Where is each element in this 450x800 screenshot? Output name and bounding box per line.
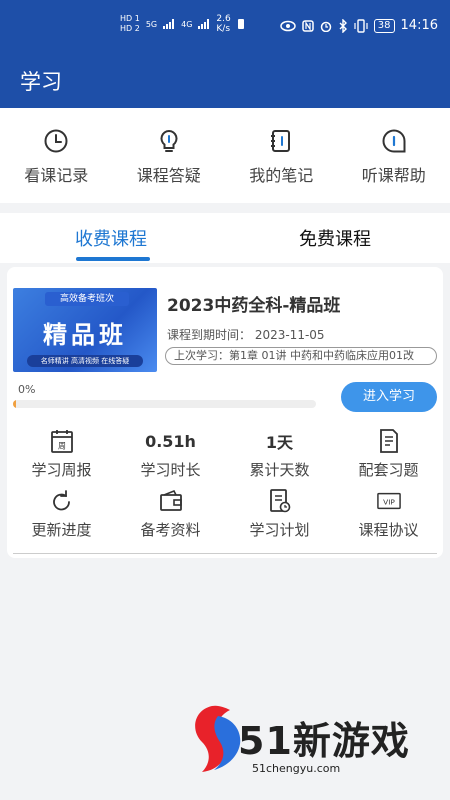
signal-bars-icon [163,19,175,29]
card-divider [13,553,437,554]
signal-bars-icon [198,19,210,29]
quick-action-label: 听课帮助 [361,166,426,185]
vibrate-icon [354,18,368,33]
notebook-icon [271,130,291,152]
page-title: 学习 [20,70,62,94]
tab-paid-courses[interactable]: 收费课程 [75,225,147,251]
study-plan[interactable]: 学习计划 [225,487,334,547]
quick-action-label: 课程答疑 [136,166,201,185]
course-title: 2023中药全科-精品班 [167,296,341,316]
stat-label: 更新进度 [31,521,92,539]
hd-indicator: HD 1 HD 2 [120,14,140,33]
stats-row: 周 学习周报 0.51h 学习时长 1天 累计天数 配套习题 [7,427,443,487]
bluetooth-icon [339,18,347,33]
nfc-icon [302,19,314,32]
weekly-report[interactable]: 周 学习周报 [7,427,116,487]
quick-action-help[interactable]: 听课帮助 [338,108,450,203]
quick-action-watch-history[interactable]: 看课记录 [0,108,113,203]
total-days: 1天 累计天数 [225,427,334,487]
vip-icon: VIP [376,492,401,510]
svg-text:VIP: VIP [383,498,395,507]
battery-saver-icon [237,19,244,29]
refresh-icon [52,490,70,511]
course-card: 高效备考班次 精品班 名师精讲 高清视频 在线答疑 2023中药全科-精品班 课… [7,267,443,558]
course-thumbnail[interactable]: 高效备考班次 精品班 名师精讲 高清视频 在线答疑 [13,288,157,372]
quick-action-label: 看课记录 [24,166,89,185]
progress-label: 0% [18,383,36,396]
stat-label: 课程协议 [358,521,419,539]
total-days-value: 1天 [265,433,294,452]
signal-4g: 4G [181,19,193,29]
quick-action-qa[interactable]: 课程答疑 [113,108,226,203]
prep-materials[interactable]: 备考资料 [116,487,225,547]
enter-study-button[interactable]: 进入学习 [341,382,437,412]
study-duration: 0.51h 学习时长 [116,427,225,487]
calendar-week-icon: 周 [50,430,73,453]
stat-label: 累计天数 [249,461,310,479]
thumbnail-title: 精品班 [43,321,127,349]
clock-time: 14:16 [400,18,438,33]
stats-row: 更新进度 备考资料 学习计划 VIP 课程协议 [7,487,443,547]
progress-fill [13,400,17,408]
watermark-brand: 51新游戏 [238,719,410,763]
wallet-icon [159,489,182,511]
progress-bar [13,400,316,408]
stat-label: 学习计划 [249,521,310,539]
status-bar: HD 1 HD 2 5G 4G 2.6 K/s 38 14:16 [0,0,450,58]
battery-icon: 38 [373,18,395,33]
study-duration-value: 0.51h [145,431,196,451]
quick-action-label: 我的笔记 [249,166,314,185]
clock-icon [44,129,68,153]
signal-5g: 5G [145,19,158,29]
course-expiry: 课程到期时间： 2023-11-05 [167,328,325,342]
info-icon [382,129,406,153]
network-indicators: HD 1 HD 2 5G 4G 2.6 K/s [120,14,245,34]
tab-free-courses[interactable]: 免费课程 [299,225,371,251]
lightbulb-icon [160,129,178,152]
thumbnail-tagline: 名师精讲 高清视频 在线答疑 [27,355,143,367]
course-stats-grid: 周 学习周报 0.51h 学习时长 1天 累计天数 配套习题 更新进度 备考资料… [7,427,443,547]
quick-action-notes[interactable]: 我的笔记 [225,108,338,203]
exercises[interactable]: 配套习题 [334,427,443,487]
app-bar: 学习 [0,58,450,108]
stat-label: 备考资料 [140,521,201,539]
system-indicators: 38 14:16 [280,18,438,33]
watermark-logo: 51新游戏 51chengyu.com [190,702,420,782]
course-agreement[interactable]: VIP 课程协议 [334,487,443,547]
last-study-chip[interactable]: 上次学习：第1章 01讲 中药和中药临床应用01改 [165,347,437,365]
quick-actions: 看课记录 课程答疑 我的笔记 听课帮助 [0,108,450,203]
stat-label: 学习时长 [140,461,201,479]
eye-icon [280,20,296,31]
svg-text:周: 周 [58,442,66,451]
stat-label: 学习周报 [31,461,92,479]
course-tabs: 收费课程 免费课程 [0,213,450,263]
tab-indicator [76,257,150,261]
thumbnail-ribbon: 高效备考班次 [45,292,129,306]
exercise-doc-icon [379,429,398,453]
watermark-url: 51chengyu.com [252,762,341,775]
update-progress[interactable]: 更新进度 [7,487,116,547]
plan-icon [269,489,290,513]
net-speed: 2.6 K/s [216,14,231,34]
alarm-icon [320,21,332,32]
stat-label: 配套习题 [358,461,419,479]
